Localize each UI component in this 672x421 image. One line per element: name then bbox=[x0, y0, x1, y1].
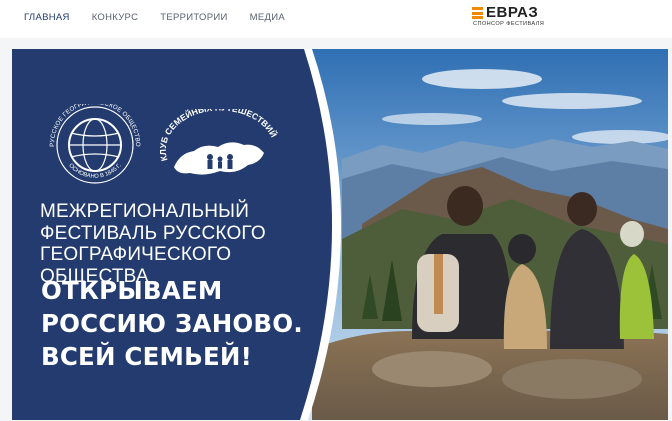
nav-item-territories[interactable]: ТЕРРИТОРИИ bbox=[160, 12, 227, 23]
rgs-emblem: РУССКОЕ ГЕОГРАФИЧЕСКОЕ ОБЩЕСТВО ОСНОВАНО… bbox=[49, 104, 141, 184]
nav-item-contest[interactable]: КОНКУРС bbox=[92, 12, 139, 23]
main-nav: ГЛАВНАЯ КОНКУРС ТЕРРИТОРИИ МЕДИА bbox=[24, 12, 285, 23]
sponsor-name: ЕВРАЗ bbox=[486, 4, 539, 21]
family-travel-club-logo: КЛУБ СЕМЕЙНЫХ ПУТЕШЕСТВИЙ bbox=[160, 109, 280, 175]
top-navigation-bar: ГЛАВНАЯ КОНКУРС ТЕРРИТОРИИ МЕДИА ЕВРАЗ С… bbox=[0, 0, 672, 38]
festival-slogan: ОТКРЫВАЕМ РОССИЮ ЗАНОВО. ВСЕЙ СЕМЬЕЙ! bbox=[41, 276, 303, 371]
sponsor-subtitle: СПОНСОР ФЕСТИВАЛЯ bbox=[473, 21, 545, 27]
nav-item-home[interactable]: ГЛАВНАЯ bbox=[24, 12, 70, 23]
russia-map-family-icon bbox=[174, 142, 264, 175]
sponsor-logo[interactable]: ЕВРАЗ СПОНСОР ФЕСТИВАЛЯ bbox=[472, 4, 562, 33]
nav-item-media[interactable]: МЕДИА bbox=[250, 12, 285, 23]
evraz-logo-icon bbox=[472, 7, 483, 19]
hero-banner[interactable]: РУССКОЕ ГЕОГРАФИЧЕСКОЕ ОБЩЕСТВО ОСНОВАНО… bbox=[12, 49, 668, 420]
